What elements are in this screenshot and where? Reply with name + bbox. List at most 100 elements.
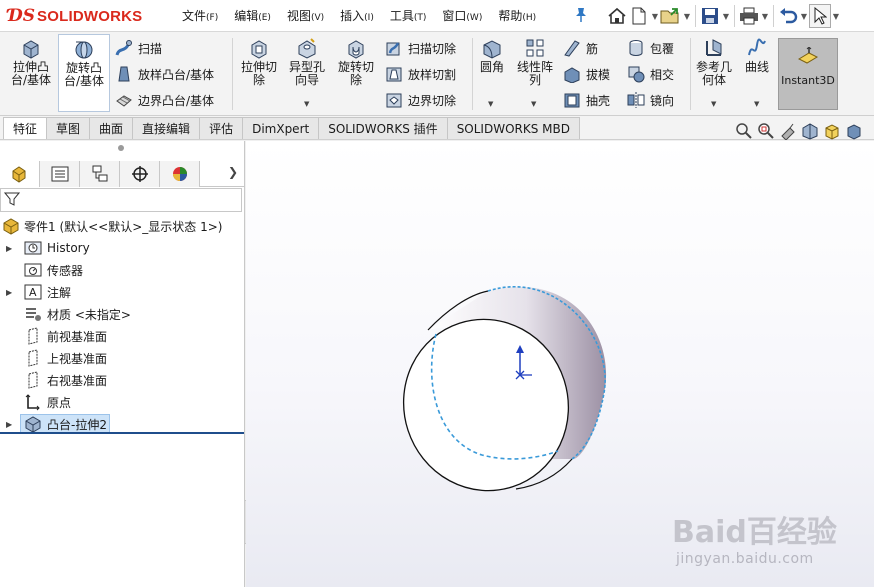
fillet-button[interactable]: 圆角: [476, 36, 508, 74]
display-manager-tab[interactable]: [160, 161, 200, 187]
new-document-icon[interactable]: [628, 4, 650, 28]
expand-arrow-icon[interactable]: ▶: [6, 244, 12, 253]
tab-evaluate[interactable]: 评估: [199, 117, 244, 139]
display-style-icon[interactable]: [843, 121, 865, 141]
extrude-cut-button[interactable]: 拉伸切 除: [236, 36, 282, 87]
wrap-icon: [626, 38, 646, 58]
print-icon[interactable]: [738, 4, 760, 28]
expand-arrow-icon[interactable]: ▶: [6, 288, 12, 297]
tree-item-front-plane[interactable]: 前视基准面: [0, 325, 245, 347]
instant3d-button[interactable]: Instant3D: [778, 38, 838, 110]
history-folder-icon: [24, 239, 42, 257]
graphics-viewport[interactable]: Baid百经验 jingyan.baidu.com: [246, 141, 874, 587]
wrap-button[interactable]: 包覆: [626, 37, 674, 59]
curves-button[interactable]: 曲线: [740, 36, 774, 74]
command-manager-ribbon: 拉伸凸 台/基体 旋转凸 台/基体 扫描 放样凸台/基体 边界凸台/基体 拉伸切…: [0, 32, 874, 116]
title-menu-bar: ƊS SOLIDWORKS 文件(F) 编辑(E) 视图(V) 插入(I) 工具…: [0, 0, 874, 32]
panel-grip[interactable]: [118, 145, 124, 151]
sweep-icon: [114, 38, 134, 58]
chevron-down-icon[interactable]: ▼: [711, 100, 716, 108]
property-manager-tab[interactable]: [40, 161, 80, 187]
menu-file[interactable]: 文件(F): [182, 7, 218, 24]
extrude-boss-button[interactable]: 拉伸凸 台/基体: [6, 36, 56, 87]
extrude-feature-icon: [24, 415, 42, 433]
tab-surfaces[interactable]: 曲面: [89, 117, 134, 139]
menu-edit[interactable]: 编辑(E): [234, 7, 271, 24]
tab-sketch[interactable]: 草图: [46, 117, 91, 139]
previous-view-icon[interactable]: [777, 121, 799, 141]
tab-solidworks-addins[interactable]: SOLIDWORKS 插件: [318, 117, 448, 139]
chevron-down-icon[interactable]: ▼: [682, 12, 692, 21]
tree-root-part[interactable]: 零件1 (默认<<默认>_显示状态 1>): [0, 215, 245, 237]
menu-insert[interactable]: 插入(I): [340, 7, 374, 24]
chevron-down-icon[interactable]: ▼: [760, 12, 770, 21]
save-icon[interactable]: [699, 4, 721, 28]
dimxpert-manager-tab[interactable]: [120, 161, 160, 187]
tree-item-top-plane[interactable]: 上视基准面: [0, 347, 245, 369]
tree-item-origin[interactable]: 原点: [0, 391, 245, 413]
revolve-cut-icon: [344, 36, 368, 60]
baidu-watermark: Baid百经验 jingyan.baidu.com: [672, 515, 837, 567]
shell-button[interactable]: 抽壳: [562, 89, 610, 111]
sweep-cut-button[interactable]: 扫描切除: [384, 37, 456, 59]
mirror-button[interactable]: 镜向: [626, 89, 674, 111]
extrude-cut-icon: [247, 36, 271, 60]
chevron-down-icon[interactable]: ▼: [754, 100, 759, 108]
open-icon[interactable]: [660, 4, 682, 28]
chevron-right-icon[interactable]: ❯: [228, 165, 238, 179]
tab-solidworks-mbd[interactable]: SOLIDWORKS MBD: [446, 117, 580, 139]
linear-pattern-button[interactable]: 线性阵 列: [512, 36, 558, 87]
tab-direct-editing[interactable]: 直接编辑: [132, 117, 201, 139]
feature-tree: 零件1 (默认<<默认>_显示状态 1>) ▶ History 传感器 ▶ A …: [0, 215, 245, 435]
menu-window[interactable]: 窗口(W): [442, 7, 482, 24]
home-icon[interactable]: [606, 4, 628, 28]
undo-icon[interactable]: [777, 4, 799, 28]
rib-button[interactable]: 筋: [562, 37, 598, 59]
tab-features[interactable]: 特征: [3, 117, 48, 139]
select-cursor-icon[interactable]: [809, 4, 831, 28]
chevron-down-icon[interactable]: ▼: [531, 100, 536, 108]
chevron-down-icon[interactable]: ▼: [721, 12, 731, 21]
configuration-manager-tab[interactable]: [80, 161, 120, 187]
reference-geometry-button[interactable]: 参考几 何体: [694, 36, 734, 87]
expand-arrow-icon[interactable]: ▶: [6, 420, 12, 429]
revolve-boss-icon: [72, 37, 96, 61]
loft-boss-button[interactable]: 放样凸台/基体: [114, 63, 214, 85]
filter-icon[interactable]: [3, 191, 21, 210]
menu-tools[interactable]: 工具(T): [390, 7, 427, 24]
zoom-to-area-icon[interactable]: [755, 121, 777, 141]
chevron-down-icon[interactable]: ▼: [488, 100, 493, 108]
chevron-down-icon[interactable]: ▼: [304, 100, 309, 108]
tree-filter[interactable]: [0, 188, 242, 212]
tree-item-history[interactable]: ▶ History: [0, 237, 245, 259]
sweep-button[interactable]: 扫描: [114, 37, 162, 59]
menu-help[interactable]: 帮助(H): [498, 7, 536, 24]
instant3d-icon: [797, 46, 819, 70]
tree-item-material[interactable]: 材质 <未指定>: [0, 303, 245, 325]
view-orientation-icon[interactable]: [821, 121, 843, 141]
chevron-down-icon[interactable]: ▼: [831, 12, 841, 21]
revolve-boss-button[interactable]: 旋转凸 台/基体: [58, 34, 110, 112]
hole-wizard-button[interactable]: 异型孔 向导: [284, 36, 330, 87]
chevron-down-icon[interactable]: ▼: [650, 12, 660, 21]
draft-button[interactable]: 拔模: [562, 63, 610, 85]
loft-cut-button[interactable]: 放样切割: [384, 63, 456, 85]
chevron-down-icon[interactable]: ▼: [799, 12, 809, 21]
zoom-to-fit-icon[interactable]: [733, 121, 755, 141]
revolve-cut-button[interactable]: 旋转切 除: [332, 36, 380, 87]
tree-item-right-plane[interactable]: 右视基准面: [0, 369, 245, 391]
boundary-cut-button[interactable]: 边界切除: [384, 89, 456, 111]
origin-icon: [24, 393, 42, 411]
tab-dimxpert[interactable]: DimXpert: [242, 117, 320, 139]
sweep-cut-icon: [384, 38, 404, 58]
tree-end-divider[interactable]: [0, 432, 244, 434]
tree-item-sensors[interactable]: 传感器: [0, 259, 245, 281]
tree-item-annotations[interactable]: ▶ A 注解: [0, 281, 245, 303]
section-view-icon[interactable]: [799, 121, 821, 141]
feature-manager-tab[interactable]: [0, 161, 40, 187]
intersect-button[interactable]: 相交: [626, 63, 674, 85]
solidworks-logo[interactable]: ƊS SOLIDWORKS: [8, 4, 142, 28]
boundary-boss-button[interactable]: 边界凸台/基体: [114, 89, 214, 111]
menu-view[interactable]: 视图(V): [287, 7, 324, 24]
pin-icon[interactable]: [574, 7, 588, 27]
